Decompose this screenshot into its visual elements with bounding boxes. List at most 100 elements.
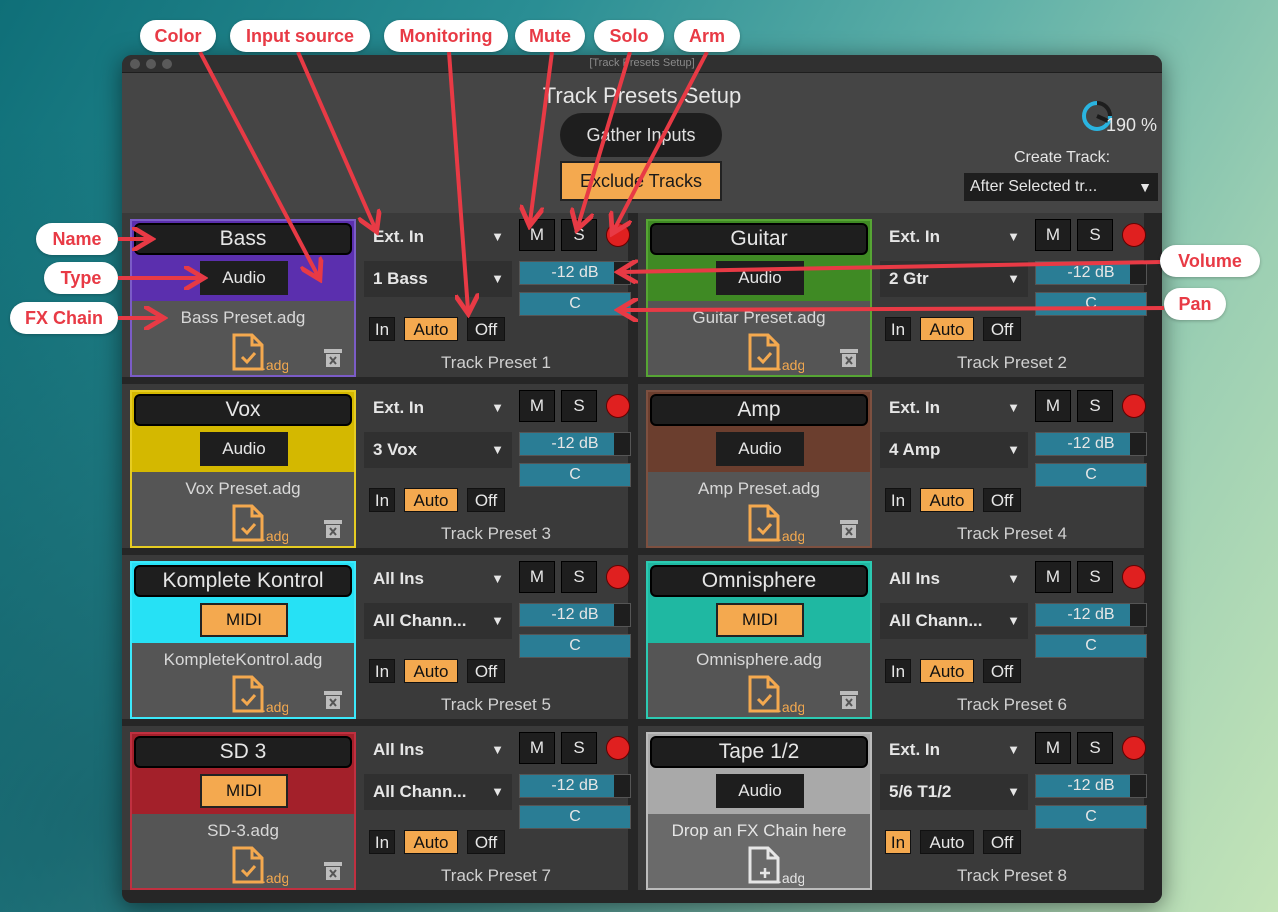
mute-button[interactable]: M [1035,561,1071,593]
fx-chain-name[interactable]: Drop an FX Chain here [648,821,870,841]
solo-button[interactable]: S [561,390,597,422]
arm-button[interactable] [1122,394,1146,418]
track-type-badge[interactable]: Audio [716,261,804,295]
input-source-dropdown[interactable]: Ext. In ▼ [880,219,1028,255]
fx-chain-name[interactable]: Omnisphere.adg [648,650,870,670]
solo-button[interactable]: S [1077,219,1113,251]
track-type-badge[interactable]: Audio [200,261,288,295]
pan-slider[interactable]: C [1035,292,1147,316]
volume-slider[interactable]: -12 dB [1035,774,1147,798]
arm-button[interactable] [606,394,630,418]
track-name-field[interactable]: SD 3 [134,736,352,768]
trash-icon[interactable] [322,860,344,882]
monitor-in-button[interactable]: In [369,659,395,683]
solo-button[interactable]: S [561,561,597,593]
track-name-field[interactable]: Tape 1/2 [650,736,868,768]
monitor-in-button[interactable]: In [885,830,911,854]
monitor-auto-button[interactable]: Auto [404,830,458,854]
arm-button[interactable] [606,223,630,247]
mute-button[interactable]: M [519,390,555,422]
monitor-off-button[interactable]: Off [467,317,505,341]
mute-button[interactable]: M [1035,732,1071,764]
input-channel-dropdown[interactable]: All Chann... ▼ [364,603,512,639]
track-name-field[interactable]: Amp [650,394,868,426]
solo-button[interactable]: S [561,732,597,764]
monitor-in-button[interactable]: In [369,830,395,854]
mute-button[interactable]: M [519,219,555,251]
track-type-badge[interactable]: Audio [200,432,288,466]
monitor-off-button[interactable]: Off [983,317,1021,341]
fx-chain-name[interactable]: KompleteKontrol.adg [132,650,354,670]
fx-chain-file-icon[interactable]: .adg [744,675,804,715]
track-name-field[interactable]: Vox [134,394,352,426]
fx-chain-name[interactable]: Bass Preset.adg [132,308,354,328]
mute-button[interactable]: M [1035,390,1071,422]
track-type-badge[interactable]: Audio [716,774,804,808]
pan-slider[interactable]: C [519,292,631,316]
fx-chain-name[interactable]: Vox Preset.adg [132,479,354,499]
monitor-off-button[interactable]: Off [983,830,1021,854]
fx-chain-file-icon[interactable]: .adg [228,504,288,544]
monitor-in-button[interactable]: In [885,317,911,341]
arm-button[interactable] [1122,223,1146,247]
monitor-off-button[interactable]: Off [467,488,505,512]
volume-slider[interactable]: -12 dB [519,432,631,456]
fx-chain-file-icon[interactable]: .adg [228,675,288,715]
monitor-auto-button[interactable]: Auto [404,659,458,683]
monitor-auto-button[interactable]: Auto [920,488,974,512]
input-source-dropdown[interactable]: Ext. In ▼ [880,390,1028,426]
arm-button[interactable] [1122,565,1146,589]
input-source-dropdown[interactable]: All Ins ▼ [364,732,512,768]
input-source-dropdown[interactable]: Ext. In ▼ [880,732,1028,768]
track-type-badge[interactable]: MIDI [200,603,288,637]
solo-button[interactable]: S [1077,390,1113,422]
track-type-badge[interactable]: MIDI [716,603,804,637]
track-name-field[interactable]: Bass [134,223,352,255]
arm-button[interactable] [606,736,630,760]
input-channel-dropdown[interactable]: 3 Vox ▼ [364,432,512,468]
fx-chain-file-icon[interactable]: .adg [228,846,288,886]
monitor-auto-button[interactable]: Auto [404,488,458,512]
input-source-dropdown[interactable]: All Ins ▼ [880,561,1028,597]
solo-button[interactable]: S [1077,561,1113,593]
fx-chain-name[interactable]: Guitar Preset.adg [648,308,870,328]
monitor-off-button[interactable]: Off [983,488,1021,512]
monitor-auto-button[interactable]: Auto [920,317,974,341]
input-channel-dropdown[interactable]: 5/6 T1/2 ▼ [880,774,1028,810]
input-channel-dropdown[interactable]: All Chann... ▼ [880,603,1028,639]
volume-slider[interactable]: -12 dB [519,261,631,285]
mute-button[interactable]: M [519,561,555,593]
input-source-dropdown[interactable]: All Ins ▼ [364,561,512,597]
pan-slider[interactable]: C [1035,805,1147,829]
monitor-off-button[interactable]: Off [467,830,505,854]
track-name-field[interactable]: Omnisphere [650,565,868,597]
fx-chain-file-icon[interactable]: .adg [744,504,804,544]
pan-slider[interactable]: C [519,634,631,658]
gather-inputs-button[interactable]: Gather Inputs [560,113,722,157]
input-channel-dropdown[interactable]: 1 Bass ▼ [364,261,512,297]
volume-slider[interactable]: -12 dB [519,603,631,627]
monitor-in-button[interactable]: In [885,659,911,683]
trash-icon[interactable] [322,689,344,711]
arm-button[interactable] [606,565,630,589]
mute-button[interactable]: M [519,732,555,764]
solo-button[interactable]: S [561,219,597,251]
trash-icon[interactable] [838,689,860,711]
monitor-in-button[interactable]: In [369,488,395,512]
fx-chain-name[interactable]: SD-3.adg [132,821,354,841]
create-track-dropdown[interactable]: After Selected tr... ▼ [964,173,1158,201]
input-source-dropdown[interactable]: Ext. In ▼ [364,390,512,426]
input-source-dropdown[interactable]: Ext. In ▼ [364,219,512,255]
volume-slider[interactable]: -12 dB [1035,432,1147,456]
trash-icon[interactable] [838,347,860,369]
pan-slider[interactable]: C [1035,463,1147,487]
track-name-field[interactable]: Guitar [650,223,868,255]
volume-slider[interactable]: -12 dB [519,774,631,798]
fx-chain-file-icon[interactable]: .adg [228,333,288,373]
volume-slider[interactable]: -12 dB [1035,261,1147,285]
monitor-auto-button[interactable]: Auto [404,317,458,341]
monitor-in-button[interactable]: In [885,488,911,512]
trash-icon[interactable] [838,518,860,540]
input-channel-dropdown[interactable]: All Chann... ▼ [364,774,512,810]
input-channel-dropdown[interactable]: 4 Amp ▼ [880,432,1028,468]
